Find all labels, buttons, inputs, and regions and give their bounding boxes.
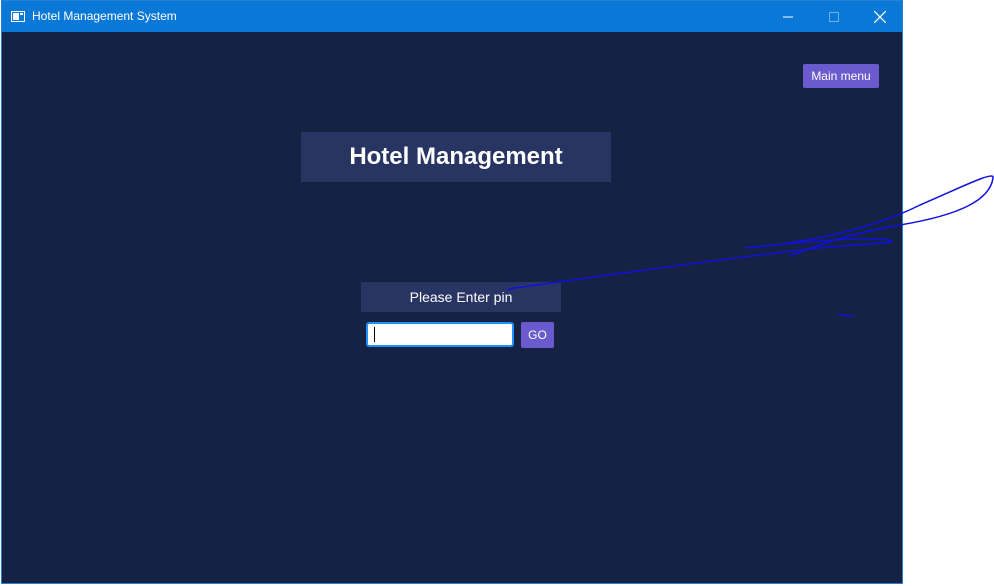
maximize-button[interactable]: [811, 1, 857, 32]
text-cursor: [374, 327, 375, 342]
window-title: Hotel Management System: [32, 9, 177, 23]
pin-prompt-label: Please Enter pin: [361, 282, 561, 312]
window-app-icon: [11, 11, 25, 22]
page-title: Hotel Management: [301, 132, 611, 182]
minimize-button[interactable]: [765, 1, 811, 32]
pin-input[interactable]: [366, 322, 514, 347]
go-button[interactable]: GO: [521, 322, 554, 348]
close-icon: [874, 10, 886, 23]
main-menu-button[interactable]: Main menu: [803, 64, 879, 88]
maximize-icon: [829, 11, 839, 22]
close-button[interactable]: [857, 1, 903, 32]
title-bar[interactable]: Hotel Management System: [2, 1, 902, 32]
minimize-icon: [783, 16, 793, 17]
